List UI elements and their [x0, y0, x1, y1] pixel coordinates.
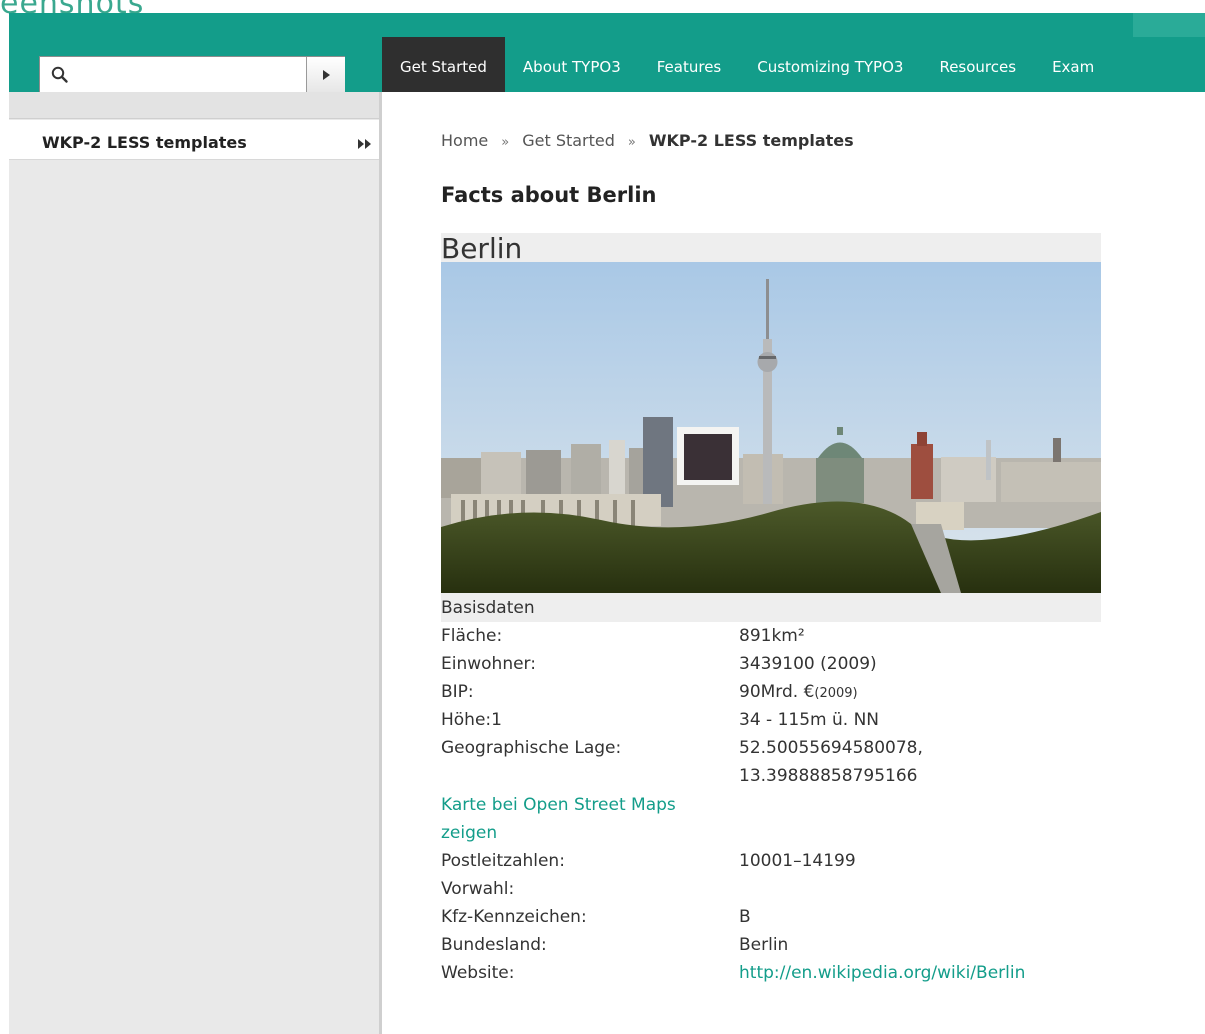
fact-label-bundesland: Bundesland:: [441, 935, 547, 955]
nav-item-get-started[interactable]: Get Started: [382, 37, 505, 92]
fact-value-kfz-kennzeichen: B: [739, 907, 751, 927]
breadcrumb-home-link[interactable]: Home: [441, 131, 488, 150]
fact-value-flaeche: 891km²: [739, 626, 805, 646]
infobox-title-bar: Berlin: [441, 232, 1101, 265]
osm-map-link[interactable]: Karte bei Open Street Maps: [441, 795, 676, 815]
breadcrumb-current: WKP-2 LESS templates: [648, 131, 854, 150]
fact-label-bip: BIP:: [441, 682, 474, 702]
berlin-skyline-image: [441, 262, 1101, 593]
fact-label-flaeche: Fläche:: [441, 626, 503, 646]
main-nav: Get Started About TYPO3 Features Customi…: [382, 37, 1112, 92]
breadcrumb-separator: »: [627, 135, 636, 150]
osm-map-link-continued[interactable]: zeigen: [441, 823, 497, 843]
sidebar-item-label: WKP-2 LESS templates: [42, 133, 247, 152]
nav-item-resources[interactable]: Resources: [921, 37, 1034, 92]
breadcrumb-separator: »: [501, 135, 510, 150]
infobox-section-header: Basisdaten: [441, 593, 1101, 622]
fact-value-longitude: 13.39888858795166: [739, 766, 918, 786]
triangle-right-icon: [323, 70, 330, 80]
bip-year: (2009): [814, 686, 858, 701]
fact-label-vorwahl: Vorwahl:: [441, 879, 515, 899]
bip-amount: 90Mrd. €: [739, 682, 815, 702]
breadcrumb: Home » Get Started » WKP-2 LESS templates: [441, 131, 854, 150]
header-corner-tab: [1133, 13, 1205, 37]
magnifier-icon: [50, 65, 70, 85]
fact-value-latitude: 52.50055694580078,: [739, 738, 923, 758]
nav-item-customizing-typo3[interactable]: Customizing TYPO3: [739, 37, 921, 92]
fact-value-postleitzahlen: 10001–14199: [739, 851, 856, 871]
breadcrumb-get-started-link[interactable]: Get Started: [522, 131, 615, 150]
fact-value-bip: 90Mrd. €(2009): [739, 682, 858, 704]
fact-value-hoehe: 34 - 115m ü. NN: [739, 710, 880, 730]
fact-label-postleitzahlen: Postleitzahlen:: [441, 851, 565, 871]
fact-value-bundesland: Berlin: [739, 935, 789, 955]
infobox-section-label: Basisdaten: [441, 598, 535, 618]
double-triangle-right-icon: [358, 139, 371, 149]
search-submit-button[interactable]: [306, 57, 345, 93]
search-input[interactable]: [76, 61, 302, 89]
nav-item-examples[interactable]: Exam: [1034, 37, 1112, 92]
fact-label-geographische-lage: Geographische Lage:: [441, 738, 622, 758]
fact-label-hoehe: Höhe:1: [441, 710, 502, 730]
page-title: Facts about Berlin: [441, 183, 657, 207]
website-link[interactable]: http://en.wikipedia.org/wiki/Berlin: [739, 963, 1025, 983]
sidebar-item-wkp-2-less-templates[interactable]: WKP-2 LESS templates: [9, 120, 379, 160]
search-box[interactable]: [39, 56, 345, 94]
fact-value-einwohner: 3439100 (2009): [739, 654, 877, 674]
sidebar: WKP-2 LESS templates: [9, 92, 382, 1034]
infobox-title: Berlin: [441, 232, 523, 265]
nav-item-about-typo3[interactable]: About TYPO3: [505, 37, 639, 92]
fact-label-kfz-kennzeichen: Kfz-Kennzeichen:: [441, 907, 587, 927]
fact-label-website: Website:: [441, 963, 515, 983]
sidebar-header-band: [9, 92, 379, 119]
nav-item-features[interactable]: Features: [639, 37, 740, 92]
fact-label-einwohner: Einwohner:: [441, 654, 536, 674]
